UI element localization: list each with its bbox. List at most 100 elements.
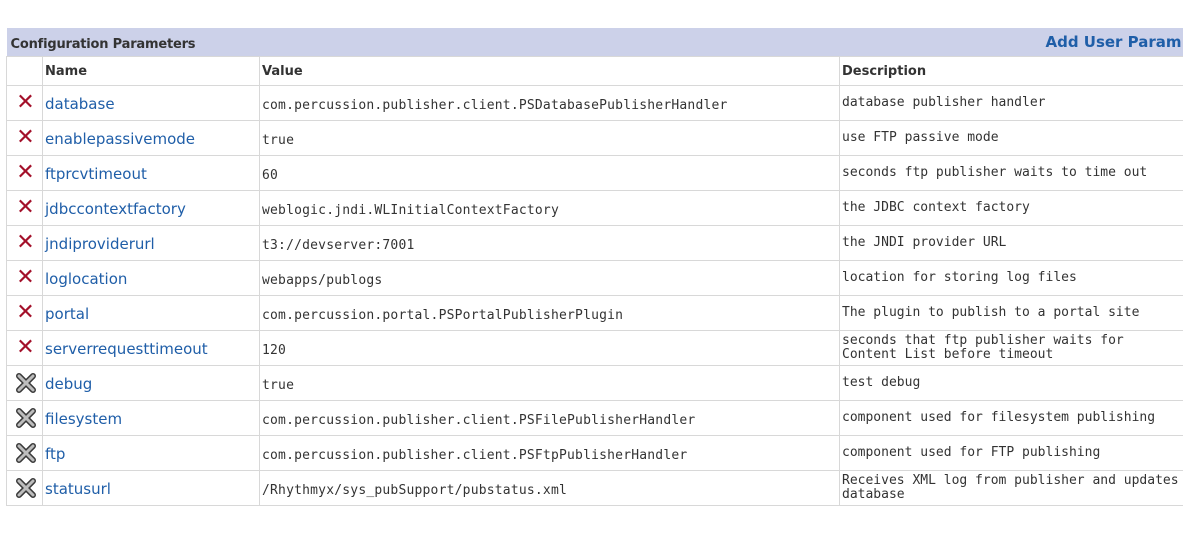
red-x-delete-icon[interactable]: ✕: [16, 232, 34, 254]
param-value: true: [262, 132, 295, 148]
table-row: debug true test debug: [6, 365, 1183, 401]
delete-cell: [6, 400, 43, 436]
delete-cell: ✕: [6, 295, 43, 331]
value-cell: 60: [259, 155, 840, 191]
param-description: Receives XML log from publisher and upda…: [842, 473, 1179, 502]
name-cell: debug: [42, 365, 260, 401]
value-cell: weblogic.jndi.WLInitialContextFactory: [259, 190, 840, 226]
config-parameters-page: Configuration Parameters Add User Param …: [0, 0, 1183, 557]
param-name-link[interactable]: ftprcvtimeout: [45, 165, 147, 183]
description-cell: database publisher handler: [838, 85, 1183, 121]
header-icon-cell: [6, 56, 43, 86]
table-title-row: Configuration Parameters Add User Param: [6, 28, 1183, 57]
param-name-link[interactable]: filesystem: [45, 410, 122, 428]
param-value: webapps/publogs: [262, 272, 383, 288]
description-cell: Receives XML log from publisher and upda…: [838, 470, 1183, 506]
red-x-delete-icon[interactable]: ✕: [16, 337, 34, 359]
param-name-link[interactable]: database: [45, 95, 115, 113]
value-cell: com.percussion.publisher.client.PSDataba…: [259, 85, 840, 121]
param-name-link[interactable]: portal: [45, 305, 89, 323]
param-description: seconds that ftp publisher waits for Con…: [842, 333, 1124, 362]
gray-x-delete-icon[interactable]: [15, 442, 37, 464]
name-cell: database: [42, 85, 260, 121]
table-row: ✕ database com.percussion.publisher.client…: [6, 85, 1183, 121]
value-cell: true: [259, 365, 840, 401]
name-cell: portal: [42, 295, 260, 331]
description-cell: the JDBC context factory: [838, 190, 1183, 226]
value-cell: true: [259, 120, 840, 156]
value-cell: /Rhythmyx/sys_pubSupport/pubstatus.xml: [259, 470, 840, 506]
value-cell: 120: [259, 330, 840, 366]
red-x-delete-icon[interactable]: ✕: [16, 127, 34, 149]
delete-cell: [6, 470, 43, 506]
red-x-delete-icon[interactable]: ✕: [16, 162, 34, 184]
param-name-link[interactable]: statusurl: [45, 480, 111, 498]
param-name-link[interactable]: ftp: [45, 445, 65, 463]
value-cell: com.percussion.publisher.client.PSFilePu…: [259, 400, 840, 436]
column-header-row: Name Value Description: [6, 56, 1183, 86]
param-description: component used for FTP publishing: [842, 445, 1101, 460]
gray-x-delete-icon[interactable]: [15, 477, 37, 499]
delete-cell: ✕: [6, 190, 43, 226]
table-row: ✕ loglocation webapps/publogs location for …: [6, 260, 1183, 296]
red-x-delete-icon[interactable]: ✕: [16, 302, 34, 324]
table-row: ✕ jndiproviderurl t3://devserver:7001 the J…: [6, 225, 1183, 261]
delete-cell: [6, 435, 43, 471]
name-cell: filesystem: [42, 400, 260, 436]
delete-cell: ✕: [6, 155, 43, 191]
table-row: ✕ enablepassivemode true use FTP passive mo…: [6, 120, 1183, 156]
table-row: ✕ portal com.percussion.portal.PSPortalPub…: [6, 295, 1183, 331]
description-cell: seconds that ftp publisher waits for Con…: [838, 330, 1183, 366]
table-row: ✕ serverrequesttimeout 120 seconds that ftp…: [6, 330, 1183, 366]
param-description: location for storing log files: [842, 270, 1077, 285]
name-cell: enablepassivemode: [42, 120, 260, 156]
red-x-delete-icon[interactable]: ✕: [16, 92, 34, 114]
param-description: seconds ftp publisher waits to time out: [842, 165, 1148, 180]
name-cell: statusurl: [42, 470, 260, 506]
header-name: Name: [42, 56, 260, 86]
description-cell: component used for FTP publishing: [838, 435, 1183, 471]
red-x-delete-icon[interactable]: ✕: [16, 267, 34, 289]
config-parameters-table: Configuration Parameters Add User Param …: [6, 28, 1183, 506]
param-value: com.percussion.publisher.client.PSFtpPub…: [262, 447, 688, 463]
param-value: com.percussion.publisher.client.PSFilePu…: [262, 412, 696, 428]
param-name-link[interactable]: jdbccontextfactory: [45, 200, 186, 218]
top-band: [0, 0, 1183, 28]
table-row: filesystem com.percussion.publisher.clien…: [6, 400, 1183, 436]
gray-x-delete-icon[interactable]: [15, 407, 37, 429]
description-cell: test debug: [838, 365, 1183, 401]
gray-x-delete-icon[interactable]: [15, 372, 37, 394]
param-description: The plugin to publish to a portal site: [842, 305, 1140, 320]
description-cell: The plugin to publish to a portal site: [838, 295, 1183, 331]
param-value: com.percussion.portal.PSPortalPublisherP…: [262, 307, 624, 323]
value-cell: webapps/publogs: [259, 260, 840, 296]
param-value: com.percussion.publisher.client.PSDataba…: [262, 97, 728, 113]
description-cell: seconds ftp publisher waits to time out: [838, 155, 1183, 191]
name-cell: loglocation: [42, 260, 260, 296]
value-cell: com.percussion.publisher.client.PSFtpPub…: [259, 435, 840, 471]
param-description: database publisher handler: [842, 95, 1046, 110]
table-row: statusurl/Rhythmyx/sys_pubSupport/pubsta…: [6, 470, 1183, 506]
param-value: 120: [262, 342, 287, 358]
name-cell: serverrequesttimeout: [42, 330, 260, 366]
param-name-link[interactable]: serverrequesttimeout: [45, 340, 208, 358]
header-value: Value: [259, 56, 840, 86]
param-name-link[interactable]: debug: [45, 375, 92, 393]
table-row: ✕ jdbccontextfactory weblogic.jndi.WLIniti…: [6, 190, 1183, 226]
red-x-delete-icon[interactable]: ✕: [16, 197, 34, 219]
delete-cell: ✕: [6, 330, 43, 366]
name-cell: ftp: [42, 435, 260, 471]
param-name-link[interactable]: jndiproviderurl: [45, 235, 155, 253]
param-description: component used for filesystem publishing: [842, 410, 1156, 425]
name-cell: jdbccontextfactory: [42, 190, 260, 226]
param-value: /Rhythmyx/sys_pubSupport/pubstatus.xml: [262, 482, 568, 498]
description-cell: component used for filesystem publishing: [838, 400, 1183, 436]
table-row: ✕ ftprcvtimeout 60 seconds ftp publisher wa…: [6, 155, 1183, 191]
param-description: use FTP passive mode: [842, 130, 999, 145]
param-name-link[interactable]: enablepassivemode: [45, 130, 195, 148]
description-cell: the JNDI provider URL: [838, 225, 1183, 261]
param-name-link[interactable]: loglocation: [45, 270, 127, 288]
description-cell: location for storing log files: [838, 260, 1183, 296]
add-user-param-link[interactable]: Add User Param: [1045, 33, 1183, 51]
table-row: ftp com.percussion.publisher.client.PSFtp…: [6, 435, 1183, 471]
